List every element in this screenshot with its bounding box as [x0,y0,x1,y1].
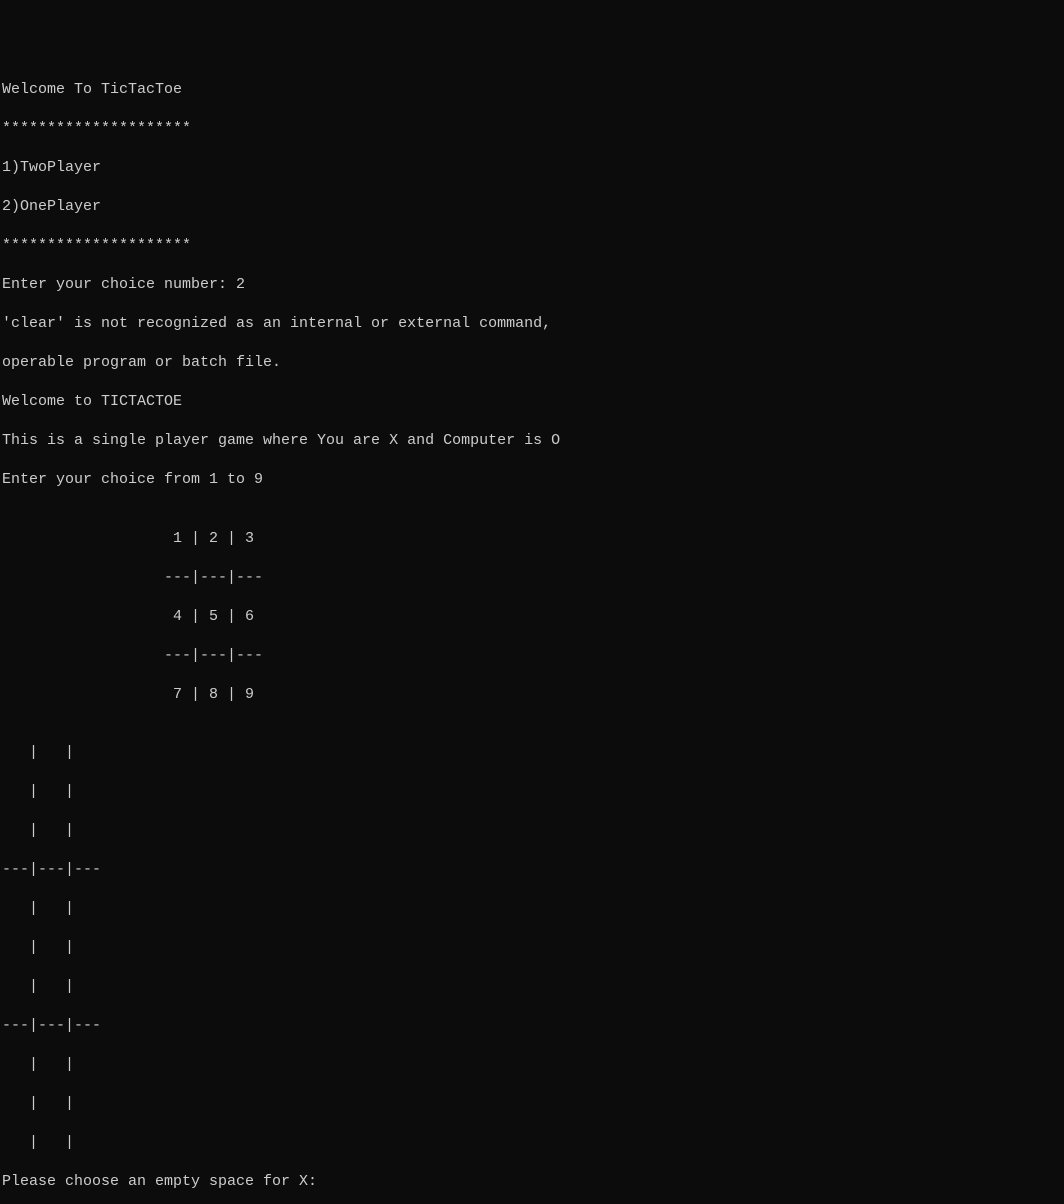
menu-option-oneplayer: 2)OnePlayer [2,197,1064,217]
game-board-cell-row: | | [2,821,1064,841]
game-board-cell-row: | | [2,1133,1064,1153]
choice-prompt-with-input: Enter your choice number: 2 [2,275,1064,295]
game-board-cell-row: | | [2,899,1064,919]
welcome-text-2: Welcome to TICTACTOE [2,392,1064,412]
game-board-divider: ---|---|--- [2,1016,1064,1036]
game-board-cell-row: | | [2,1055,1064,1075]
reference-board-row3: 7 | 8 | 9 [2,685,1064,705]
error-message-line2: operable program or batch file. [2,353,1064,373]
game-description: This is a single player game where You a… [2,431,1064,451]
divider-stars: ********************* [2,236,1064,256]
game-board-cell-row: | | [2,782,1064,802]
game-board-cell-row: | | [2,938,1064,958]
welcome-text: Welcome To TicTacToe [2,80,1064,100]
game-board-cell-row: | | [2,977,1064,997]
divider-stars: ********************* [2,119,1064,139]
game-instruction: Enter your choice from 1 to 9 [2,470,1064,490]
game-board-divider: ---|---|--- [2,860,1064,880]
error-message-line1: 'clear' is not recognized as an internal… [2,314,1064,334]
game-board-cell-row: | | [2,1094,1064,1114]
game-board-cell-row: | | [2,743,1064,763]
reference-board-divider: ---|---|--- [2,568,1064,588]
reference-board-divider: ---|---|--- [2,646,1064,666]
move-prompt[interactable]: Please choose an empty space for X: [2,1173,326,1190]
reference-board-row2: 4 | 5 | 6 [2,607,1064,627]
reference-board-row1: 1 | 2 | 3 [2,529,1064,549]
menu-option-twoplayer: 1)TwoPlayer [2,158,1064,178]
